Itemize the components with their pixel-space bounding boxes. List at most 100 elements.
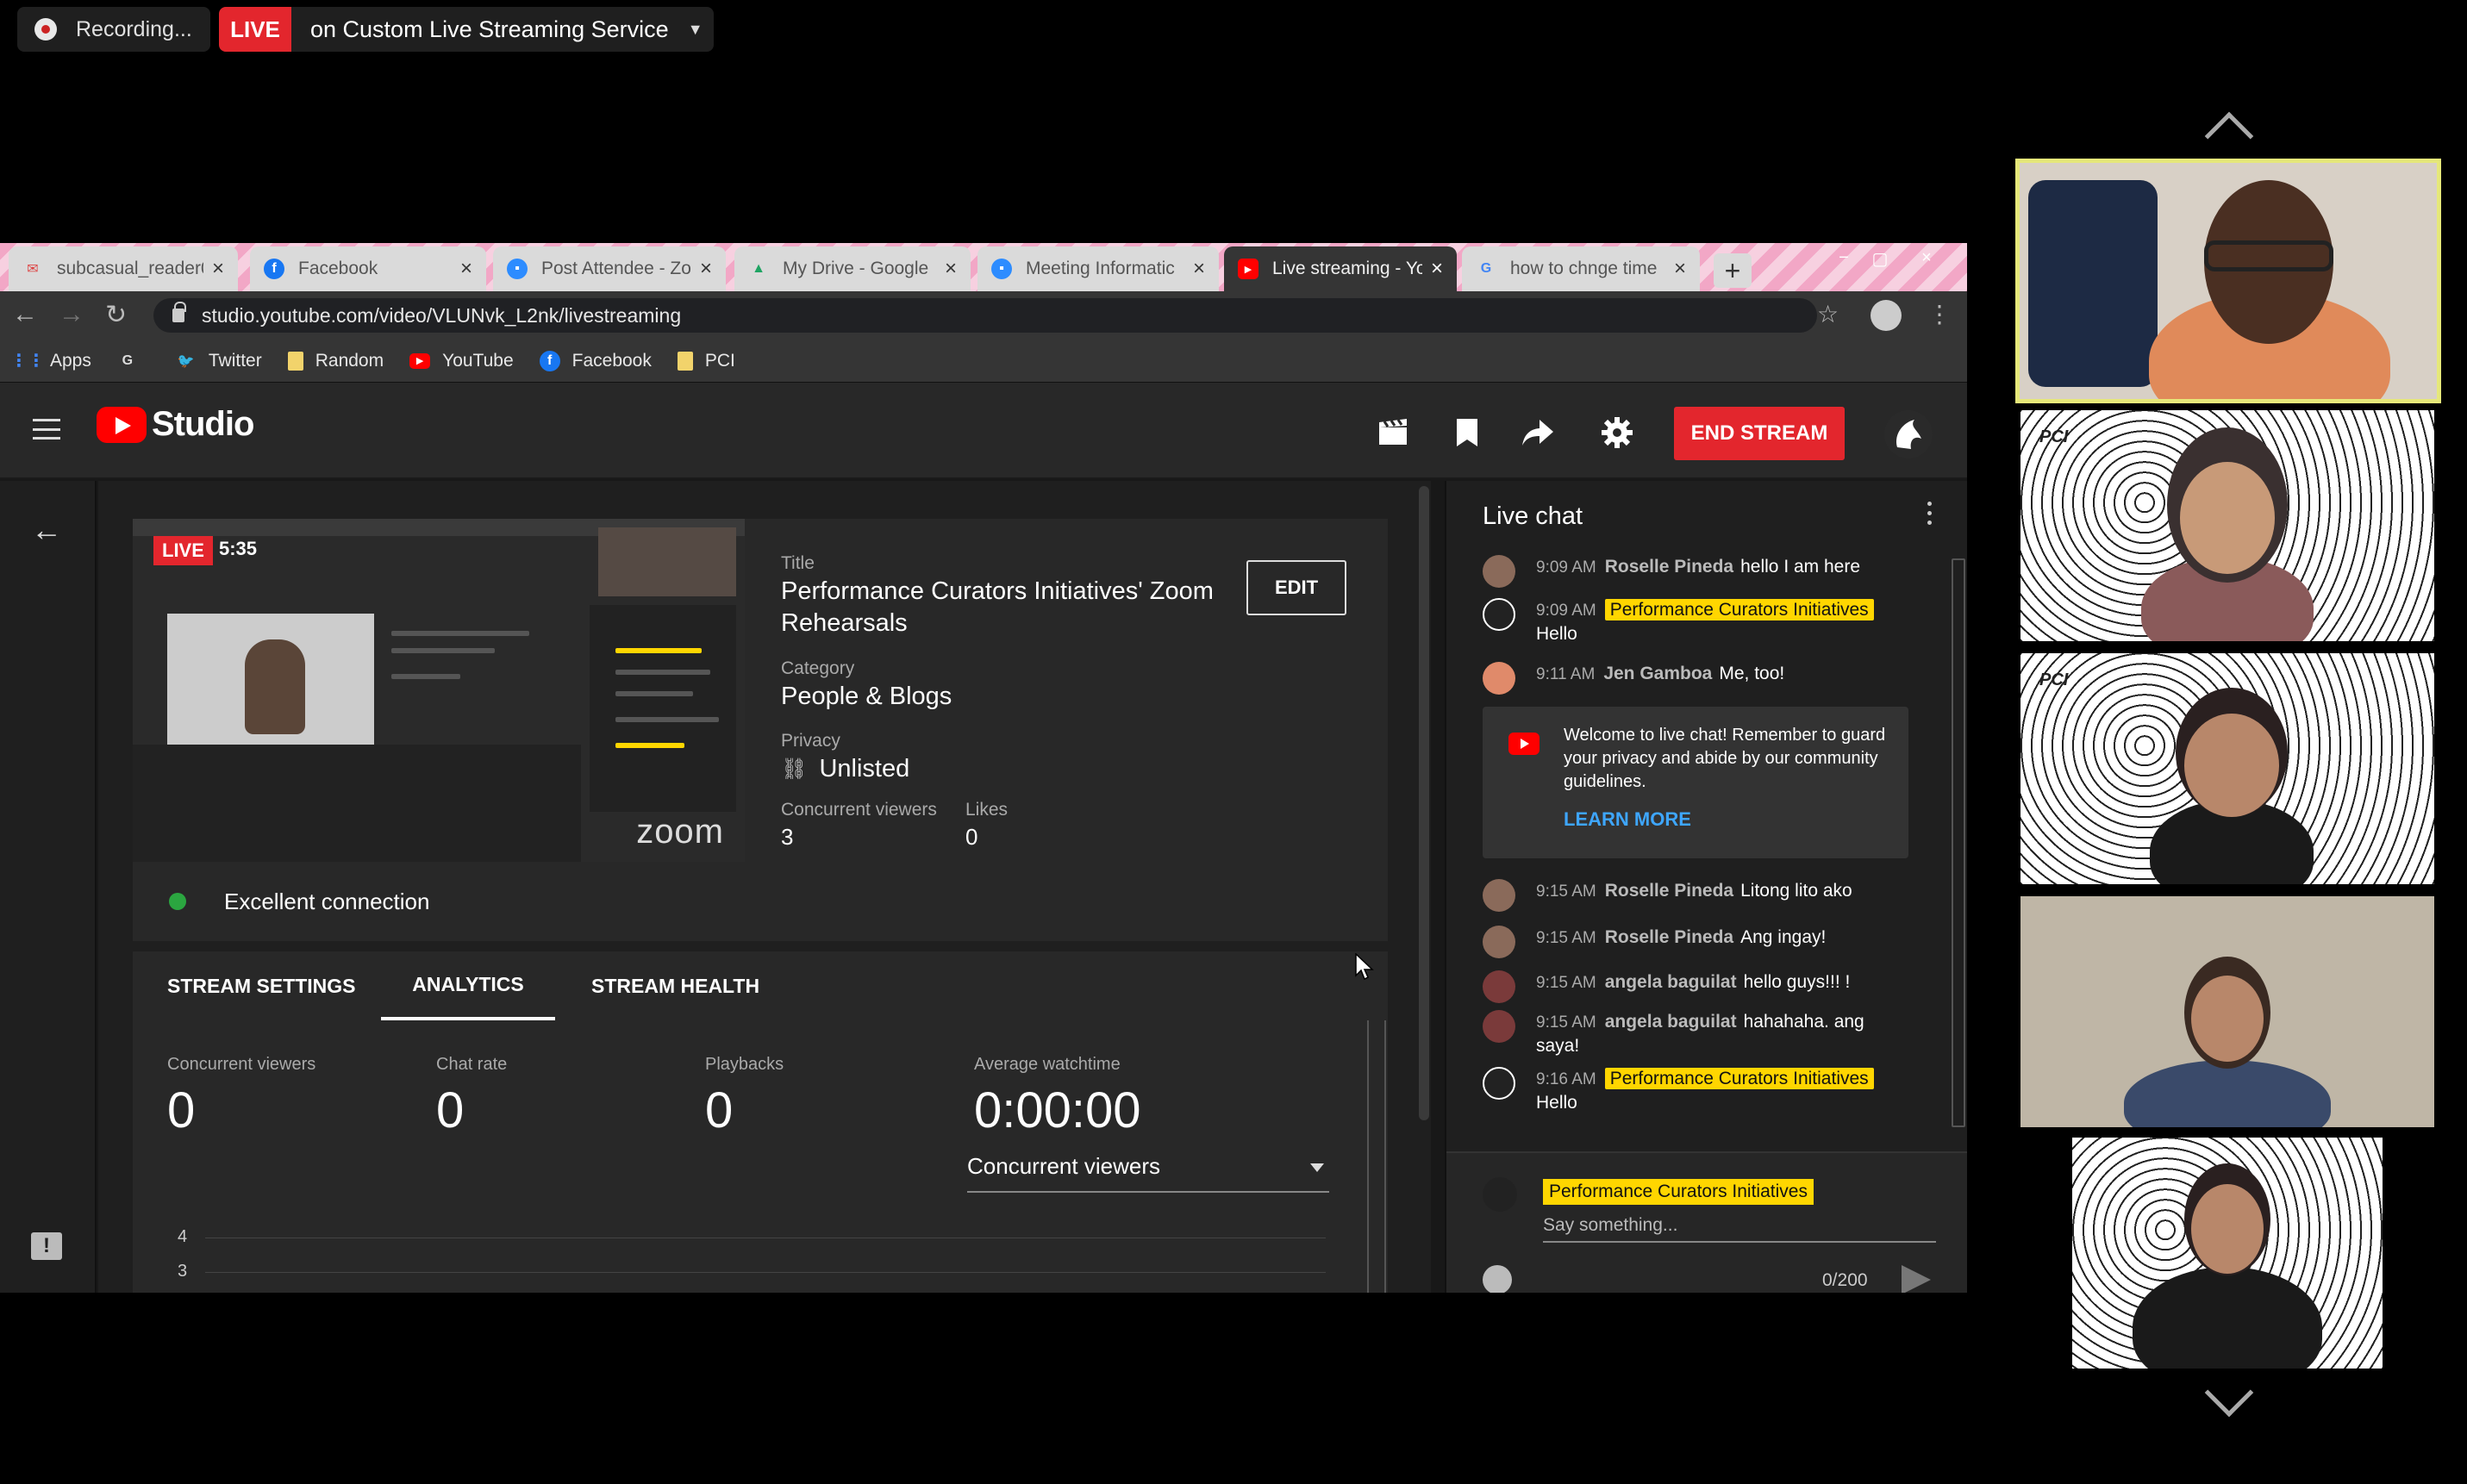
bookmark-youtube[interactable]: ▶ YouTube xyxy=(409,351,514,371)
chat-message: 9:16 AM Performance Curators Initiatives H… xyxy=(1483,1067,1905,1114)
edit-button[interactable]: EDIT xyxy=(1246,560,1346,615)
browser-tab-drive[interactable]: ▲ My Drive - Google × xyxy=(734,246,971,291)
participant-tile[interactable]: PCI xyxy=(2020,410,2434,641)
y-axis-tick: 3 xyxy=(178,1262,188,1281)
settings-gear-icon[interactable] xyxy=(1600,415,1634,450)
avatar xyxy=(1483,970,1515,1003)
close-tab-icon[interactable]: × xyxy=(1431,257,1443,281)
back-icon[interactable]: ← xyxy=(12,300,38,329)
address-bar[interactable]: studio.youtube.com/video/VLUNvk_L2nk/liv… xyxy=(153,298,1817,333)
scroll-up-chevron-icon[interactable] xyxy=(2204,111,2254,161)
chart-gridline xyxy=(205,1272,1326,1273)
bookmark-twitter[interactable]: 🐦 Twitter xyxy=(176,351,262,371)
metric-chat-rate: Chat rate 0 xyxy=(436,1055,508,1138)
chat-scrollbar[interactable] xyxy=(1952,558,1965,1127)
y-axis-tick: 4 xyxy=(178,1227,188,1246)
url-text: studio.youtube.com/video/VLUNvk_L2nk/liv… xyxy=(202,303,682,327)
recording-indicator[interactable]: Recording... xyxy=(17,7,210,52)
left-rail: ← ! xyxy=(0,481,97,1293)
participant-tile[interactable] xyxy=(2020,896,2434,1127)
preview-elapsed-time: 5:35 xyxy=(219,538,258,559)
youtube-icon: ▶ xyxy=(409,352,431,369)
bookmarks-bar: ⋮⋮ Apps G 🐦 Twitter Random ▶ YouTube f F… xyxy=(0,340,1967,383)
chat-message: 9:09 AM Roselle Pineda hello I am here xyxy=(1483,555,1905,588)
clapperboard-icon[interactable] xyxy=(1376,415,1410,450)
browser-tab-gmail[interactable]: ✉ subcasual_reader05 × xyxy=(9,246,238,291)
drive-icon: ▲ xyxy=(752,261,765,276)
participant-tile[interactable]: PCI xyxy=(2020,653,2434,884)
browser-tab-facebook[interactable]: f Facebook × xyxy=(250,246,486,291)
participant-tile[interactable] xyxy=(2020,1138,2434,1369)
maximize-window-button[interactable]: ▢ xyxy=(1865,248,1895,271)
tab-stream-health[interactable]: STREAM HEALTH xyxy=(591,951,759,1020)
chat-message: 9:09 AM Performance Curators Initiatives H… xyxy=(1483,598,1905,645)
bookmark-pci[interactable]: PCI xyxy=(677,351,735,371)
reload-icon[interactable]: ↻ xyxy=(105,300,127,330)
browser-tab-zoom-attendee[interactable]: ▪ Post Attendee - Zo × xyxy=(493,246,726,291)
tab-analytics[interactable]: ANALYTICS xyxy=(381,951,555,1020)
youtube-icon xyxy=(1508,733,1540,755)
account-avatar[interactable] xyxy=(1884,410,1933,458)
bookmark-icon[interactable] xyxy=(1450,415,1484,450)
chat-more-icon[interactable] xyxy=(1927,502,1933,527)
bookmark-star-icon[interactable]: ☆ xyxy=(1817,300,1839,328)
profile-avatar[interactable] xyxy=(1871,300,1902,331)
main-scrollbar[interactable] xyxy=(1419,486,1429,1120)
bookmark-google[interactable]: G xyxy=(117,351,150,371)
category-field: Category People & Blogs xyxy=(781,658,952,710)
browser-tab-meeting-info[interactable]: ▪ Meeting Informatic × xyxy=(977,246,1219,291)
chart-series-dropdown[interactable]: Concurrent viewers xyxy=(967,1153,1329,1193)
close-window-button[interactable]: × xyxy=(1912,248,1941,271)
close-tab-icon[interactable]: × xyxy=(1674,257,1686,281)
title-field: Title Performance Curators Initiatives' … xyxy=(781,553,1229,639)
avatar xyxy=(1483,879,1515,912)
forward-icon[interactable]: → xyxy=(59,300,84,329)
studio-logo[interactable]: Studio xyxy=(97,405,254,444)
more-menu-icon[interactable]: ⋮ xyxy=(1927,300,1952,328)
character-counter: 0/200 xyxy=(1822,1270,1868,1290)
menu-icon[interactable] xyxy=(33,419,60,440)
tab-stream-settings[interactable]: STREAM SETTINGS xyxy=(167,951,356,1020)
live-service-label: on Custom Live Streaming Service xyxy=(310,16,669,42)
live-status-dropdown[interactable]: LIVE on Custom Live Streaming Service ▼ xyxy=(219,7,714,52)
stream-category: People & Blogs xyxy=(781,683,952,710)
end-stream-button[interactable]: END STREAM xyxy=(1674,407,1845,460)
viewer-count: 3 xyxy=(781,824,794,850)
pci-logo: PCI xyxy=(2039,427,2069,446)
caret-down-icon: ▼ xyxy=(687,20,703,38)
scroll-down-chevron-icon[interactable] xyxy=(2204,1368,2254,1418)
browser-tab-google-search[interactable]: G how to chnge time × xyxy=(1462,246,1700,291)
close-tab-icon[interactable]: × xyxy=(460,257,472,281)
back-arrow-icon[interactable]: ← xyxy=(31,512,62,548)
youtube-icon: ▶ xyxy=(1238,259,1258,279)
minimize-window-button[interactable]: − xyxy=(1829,248,1858,271)
share-icon[interactable] xyxy=(1521,415,1555,450)
send-icon[interactable] xyxy=(1902,1265,1931,1293)
tab-strip: ✉ subcasual_reader05 × f Facebook × ▪ Po… xyxy=(0,243,1967,291)
avatar xyxy=(1483,1177,1517,1212)
twitter-icon: 🐦 xyxy=(177,353,195,369)
chat-welcome-banner: Welcome to live chat! Remember to guard … xyxy=(1483,707,1908,858)
browser-toolbar: ← → ↻ studio.youtube.com/video/VLUNvk_L2… xyxy=(0,291,1967,340)
connection-label: Excellent connection xyxy=(224,888,430,914)
metric-average-watchtime: Average watchtime 0:00:00 xyxy=(974,1055,1141,1138)
bookmark-apps[interactable]: ⋮⋮ Apps xyxy=(10,351,91,371)
emoji-icon[interactable] xyxy=(1483,1265,1512,1293)
close-tab-icon[interactable]: × xyxy=(212,257,224,281)
bookmark-random[interactable]: Random xyxy=(287,351,384,371)
analytics-scrollbar[interactable] xyxy=(1367,1020,1386,1293)
chat-message-input[interactable]: Say something... xyxy=(1543,1215,1936,1243)
close-tab-icon[interactable]: × xyxy=(945,257,957,281)
feedback-icon[interactable]: ! xyxy=(31,1232,62,1260)
learn-more-link[interactable]: LEARN MORE xyxy=(1564,808,1691,831)
facebook-icon: f xyxy=(539,350,560,371)
browser-tab-youtube-studio[interactable]: ▶ Live streaming - Yo × xyxy=(1224,246,1457,291)
close-tab-icon[interactable]: × xyxy=(700,257,712,281)
stream-preview[interactable]: LIVE 5:35 zoom xyxy=(133,519,745,862)
google-icon: G xyxy=(1480,261,1492,276)
bookmark-facebook[interactable]: f Facebook xyxy=(539,350,652,371)
new-tab-button[interactable]: + xyxy=(1714,253,1752,288)
participant-tile-active-speaker[interactable] xyxy=(2015,159,2441,403)
chat-message: 9:15 AM angela baguilat hahahaha. ang saya… xyxy=(1483,1010,1905,1057)
close-tab-icon[interactable]: × xyxy=(1193,257,1205,281)
